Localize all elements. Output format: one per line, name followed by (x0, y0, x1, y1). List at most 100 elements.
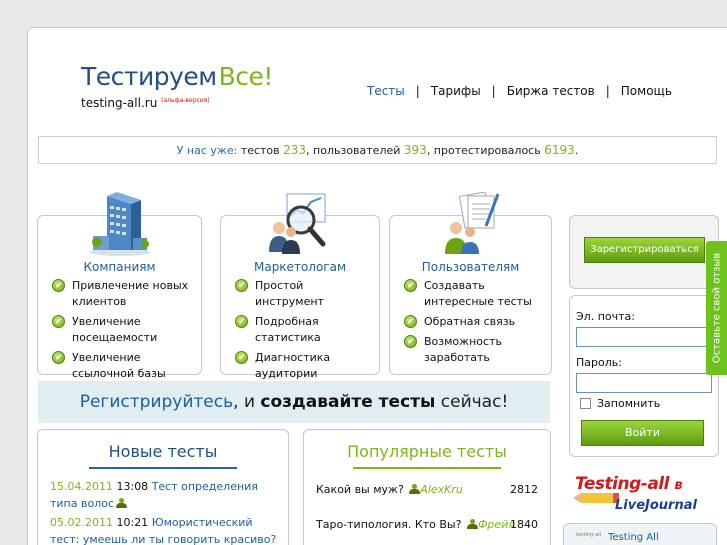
nav-separator: | (415, 84, 420, 98)
popular-tests-title: Популярные тесты (347, 442, 507, 461)
title-underline (353, 467, 501, 469)
list-item: Подробная статистика (235, 314, 373, 346)
logo-domain-text: testing-all.ru (81, 96, 158, 110)
feature-companies: Компаниям Привлечение новых клиентов Уве… (37, 192, 202, 380)
stats-bar: У нас уже: тестов 233, пользователей 393… (38, 136, 717, 164)
new-tests-panel: Новые тесты 15.04.2011 13:08 Тест опреде… (37, 429, 289, 545)
test-time: 13:08 (116, 480, 149, 493)
avatar: testing-all (576, 532, 601, 538)
check-bullet-icon (52, 278, 65, 294)
check-bullet-icon (52, 314, 65, 330)
feature-list: Создавать интересные тесты Обратная связ… (404, 278, 545, 370)
list-item: Привлечение новых клиентов (52, 278, 195, 310)
feature-title: Пользователям (421, 260, 520, 274)
popular-tests-panel: Популярные тесты Какой вы муж? AlexKru 2… (303, 429, 551, 545)
remember-me[interactable]: Запомнить (580, 397, 660, 410)
lj-name: LiveJournal (615, 498, 697, 513)
stats-label: У нас уже: (176, 144, 238, 157)
email-label: Эл. почта: (576, 310, 635, 323)
list-item: Увеличение ссылочной базы (52, 350, 195, 382)
check-bullet-icon (404, 314, 417, 330)
nav-exchange[interactable]: Биржа тестов (507, 84, 595, 98)
remember-checkbox[interactable] (580, 398, 591, 409)
register-box: Зарегистрироваться (569, 215, 719, 289)
lj-user-link[interactable]: Testing All (608, 532, 659, 543)
magnifier-chart-icon (269, 193, 326, 254)
site-logo[interactable]: ТестируемВсе! (81, 63, 273, 91)
banner-text: , и (233, 392, 261, 412)
lj-user-widget: testing-all Testing All (563, 523, 717, 545)
test-link[interactable]: Какой вы муж? (316, 483, 404, 496)
nav-tariffs[interactable]: Тарифы (431, 84, 481, 98)
check-bullet-icon (235, 350, 248, 366)
remember-label: Запомнить (597, 397, 661, 410)
test-link[interactable]: Таро-типология. Кто Вы? (316, 518, 461, 531)
test-count: 1840 (510, 518, 538, 531)
logo-word-1: Тестируем (81, 62, 217, 91)
user-icon (466, 519, 478, 529)
stats-users-count: 393 (403, 143, 427, 157)
test-time: 10:21 (116, 516, 149, 529)
new-tests-title: Новые тесты (108, 442, 218, 461)
register-link[interactable]: Регистрируйтесь (80, 392, 233, 412)
create-tests-text: создавайте тесты (260, 392, 436, 412)
stats-tests-count: 233 (283, 143, 307, 157)
email-field[interactable] (576, 327, 712, 347)
logo-word-2: Все! (218, 62, 274, 91)
test-date: 05.02.2011 (50, 516, 113, 529)
feedback-label: Оставьте свой отзыв (711, 252, 722, 364)
register-banner: Регистрируйтесь, и создавайте тесты сейч… (38, 381, 550, 423)
livejournal-banner[interactable]: Testing-all в LiveJournal (571, 474, 717, 520)
register-button[interactable]: Зарегистрироваться (584, 237, 705, 263)
feature-title: Компаниям (83, 260, 156, 274)
list-item[interactable]: Какой вы муж? AlexKru 2812 (316, 483, 538, 496)
user-icon (409, 484, 421, 494)
list-item: Диагностика аудитории (235, 350, 373, 382)
logo-domain: testing-all.ru (альфа-версия) (81, 96, 210, 110)
login-form: Эл. почта: Пароль: Запомнить Войти (569, 295, 719, 457)
check-bullet-icon (235, 314, 248, 330)
office-building-icon (89, 192, 150, 256)
test-date: 15.04.2011 (50, 480, 113, 493)
stats-users-label: , пользователей (306, 144, 401, 157)
list-item: 05.02.2011 10:21 Юмористический тест: ум… (50, 514, 278, 545)
users-documents-icon (444, 192, 499, 254)
test-count: 2812 (510, 483, 538, 496)
stats-tested-label: , протестировалось (426, 144, 541, 157)
list-item: Возможность заработать (404, 334, 545, 366)
check-bullet-icon (235, 278, 248, 294)
check-bullet-icon (52, 350, 65, 366)
check-bullet-icon (404, 334, 417, 350)
feature-users: Пользователям Создавать интересные тесты… (389, 192, 552, 375)
list-item: Обратная связь (404, 314, 545, 330)
stats-tested-count: 6193 (544, 143, 575, 157)
nav-separator: | (491, 84, 496, 98)
pencil-icon (573, 493, 619, 503)
list-item: Создавать интересные тесты (404, 278, 545, 310)
nav-help[interactable]: Помощь (621, 84, 672, 98)
lj-brand: Testing-all в (575, 474, 683, 494)
title-underline (89, 467, 237, 469)
test-author[interactable]: AlexKru (420, 483, 463, 496)
feature-list: Простой инструмент Подробная статистика … (235, 278, 373, 386)
feature-marketers: Маркетологам Простой инструмент Подробна… (220, 193, 380, 380)
beta-badge: (альфа-версия) (161, 97, 210, 104)
password-label: Пароль: (576, 356, 622, 369)
top-navigation: Тесты | Тарифы | Биржа тестов | Помощь (367, 84, 672, 98)
list-item[interactable]: Таро-типология. Кто Вы? Фрейя 1840 (316, 518, 538, 531)
nav-tests[interactable]: Тесты (367, 84, 405, 98)
feature-list: Привлечение новых клиентов Увеличение по… (52, 278, 195, 386)
login-button[interactable]: Войти (581, 420, 704, 446)
check-bullet-icon (404, 278, 417, 294)
feedback-tab[interactable]: Оставьте свой отзыв (706, 241, 727, 375)
password-field[interactable] (576, 373, 712, 393)
stats-tests-label: тестов (240, 144, 280, 157)
logo-text: ТестируемВсе! (81, 63, 273, 91)
list-item: Простой инструмент (235, 278, 373, 310)
list-item: 15.04.2011 13:08 Тест определения типа в… (50, 478, 278, 512)
feature-title: Маркетологам (253, 260, 346, 274)
banner-text: сейчас! (435, 392, 509, 412)
list-item: Увеличение посещаемости (52, 314, 195, 346)
nav-separator: | (605, 84, 610, 98)
stats-end: . (574, 144, 579, 157)
